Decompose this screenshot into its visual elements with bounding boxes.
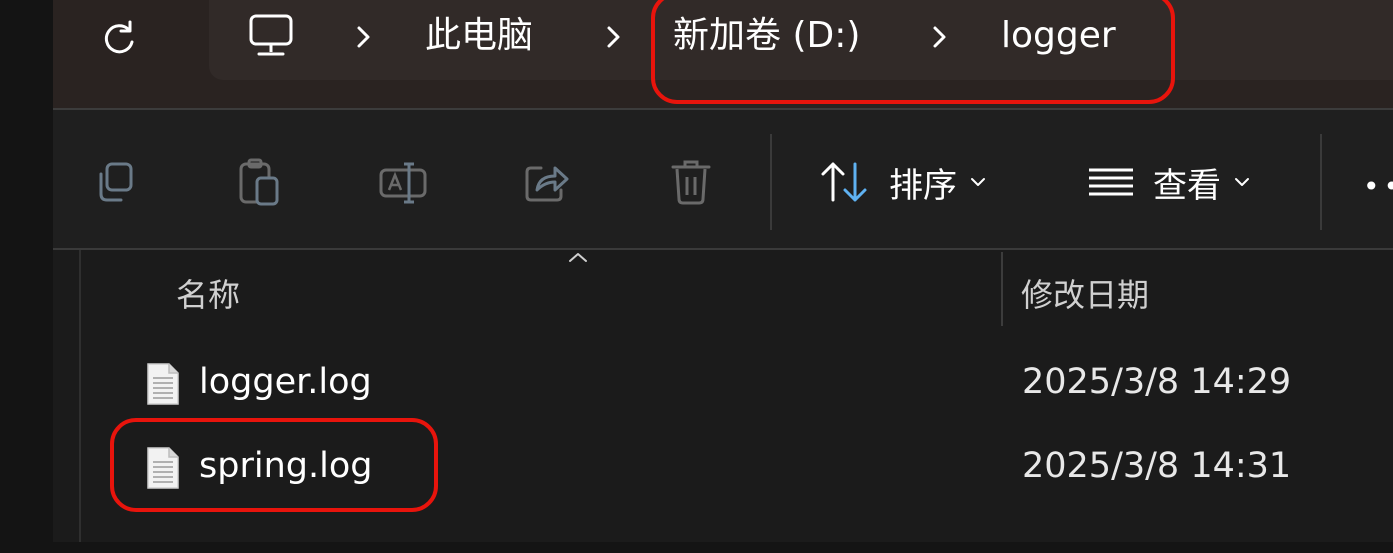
file-row-spring-log[interactable]: spring.log 2025/3/8 14:31 <box>113 432 1373 504</box>
share-button[interactable] <box>519 154 575 210</box>
column-header-modified[interactable]: 修改日期 <box>1021 270 1149 316</box>
file-name: logger.log <box>199 362 372 402</box>
chevron-down-icon <box>971 178 985 186</box>
refresh-icon <box>104 20 134 54</box>
file-modified-date: 2025/3/8 14:29 <box>1022 362 1292 402</box>
sort-menu-button[interactable]: 排序 <box>817 156 987 208</box>
toolbar-divider <box>770 134 772 230</box>
view-lines-icon <box>1089 168 1133 196</box>
sort-up-icon <box>569 253 587 262</box>
chevron-right-icon <box>607 26 620 48</box>
file-list: 名称 修改日期 logger.log 2025/3/8 14:29 spring… <box>53 250 1393 542</box>
copy-icon <box>99 162 133 202</box>
this-pc-button[interactable] <box>247 12 297 64</box>
file-explorer-window: 此电脑 新加卷 (D:) logger 排序 查看 • 名称 修改日期 logg… <box>53 0 1393 553</box>
sort-label: 排序 <box>889 165 957 206</box>
copy-button[interactable] <box>87 154 143 210</box>
bottom-edge <box>53 542 1393 553</box>
file-row-logger-log[interactable]: logger.log 2025/3/8 14:29 <box>113 348 1373 420</box>
pane-divider <box>79 250 81 542</box>
chevron-right-icon <box>933 26 946 48</box>
command-bar: 排序 查看 •• <box>53 110 1393 250</box>
delete-button[interactable] <box>663 154 719 210</box>
paste-icon <box>239 158 279 206</box>
breadcrumb-item-this-pc[interactable]: 此电脑 <box>425 12 533 60</box>
view-label: 查看 <box>1153 165 1221 206</box>
rename-icon <box>379 162 427 204</box>
file-name: spring.log <box>199 446 373 486</box>
toolbar-divider <box>1320 134 1322 230</box>
more-options-button[interactable]: •• <box>1363 170 1393 203</box>
breadcrumb-item-drive-d[interactable]: 新加卷 (D:) <box>673 12 860 60</box>
address-area: 此电脑 新加卷 (D:) logger <box>53 0 1393 110</box>
breadcrumb-item-logger[interactable]: logger <box>1001 12 1116 60</box>
rename-button[interactable] <box>375 154 431 210</box>
share-icon <box>525 166 569 202</box>
delete-icon <box>671 160 711 205</box>
text-file-icon <box>147 447 179 489</box>
file-modified-date: 2025/3/8 14:31 <box>1022 446 1292 486</box>
chevron-down-icon <box>1235 178 1249 186</box>
column-divider[interactable] <box>1001 252 1003 326</box>
view-menu-button[interactable]: 查看 <box>1085 156 1251 208</box>
monitor-icon <box>249 14 293 56</box>
left-edge <box>0 0 53 553</box>
breadcrumb[interactable]: 此电脑 新加卷 (D:) logger <box>209 0 1393 80</box>
refresh-button[interactable] <box>93 14 145 62</box>
sort-arrows-icon <box>821 162 867 202</box>
paste-button[interactable] <box>231 154 287 210</box>
chevron-right-icon <box>357 26 370 48</box>
column-header-name[interactable]: 名称 <box>176 270 240 316</box>
text-file-icon <box>147 363 179 405</box>
